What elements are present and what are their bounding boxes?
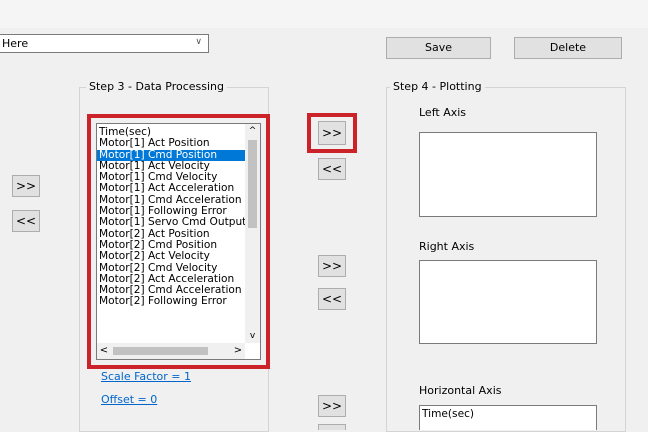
list-item[interactable]: Motor[2] Cmd Position bbox=[97, 240, 254, 251]
list-item[interactable]: Motor[1] Act Position bbox=[97, 138, 254, 149]
left-axis-listbox[interactable] bbox=[419, 132, 597, 217]
horizontal-scroll-thumb[interactable] bbox=[113, 347, 208, 355]
left-axis-label: Left Axis bbox=[419, 106, 467, 119]
add-left-axis-button[interactable]: >> bbox=[318, 121, 346, 145]
scale-factor-link[interactable]: Scale Factor = 1 bbox=[101, 370, 191, 383]
remove-horizontal-axis-button[interactable] bbox=[318, 424, 346, 430]
list-item[interactable]: Motor[1] Cmd Velocity bbox=[97, 172, 254, 183]
scroll-down-icon[interactable]: v bbox=[245, 329, 260, 343]
top-bar bbox=[0, 0, 648, 28]
save-button[interactable]: Save bbox=[386, 37, 491, 59]
data-listbox[interactable]: Time(sec) Motor[1] Act Position Motor[1]… bbox=[96, 123, 261, 360]
chevron-down-icon[interactable]: ∨ bbox=[195, 37, 202, 47]
horizontal-axis-item[interactable]: Time(sec) bbox=[422, 408, 474, 420]
list-item[interactable]: Motor[1] Cmd Position bbox=[97, 149, 254, 161]
list-item[interactable]: Time(sec) bbox=[97, 127, 254, 138]
add-right-axis-button[interactable]: >> bbox=[318, 255, 346, 277]
source-combobox[interactable]: Here ∨ bbox=[0, 34, 209, 53]
source-combobox-value: Here bbox=[2, 37, 29, 50]
list-item[interactable]: Motor[1] Act Acceleration bbox=[97, 183, 254, 194]
remove-left-axis-button[interactable]: << bbox=[318, 158, 346, 180]
scroll-right-icon[interactable]: > bbox=[231, 343, 245, 359]
list-item[interactable]: Motor[2] Act Acceleration bbox=[97, 274, 254, 285]
delete-button[interactable]: Delete bbox=[514, 37, 622, 59]
add-horizontal-axis-button[interactable]: >> bbox=[318, 395, 346, 417]
horizontal-axis-label: Horizontal Axis bbox=[419, 384, 502, 397]
move-left-button[interactable]: << bbox=[12, 210, 40, 232]
list-item[interactable]: Motor[1] Cmd Acceleration bbox=[97, 195, 254, 206]
scroll-up-icon[interactable]: ^ bbox=[245, 124, 260, 138]
horizontal-scrollbar[interactable]: < > bbox=[97, 343, 245, 359]
list-item[interactable]: Motor[2] Cmd Velocity bbox=[97, 263, 254, 274]
offset-link[interactable]: Offset = 0 bbox=[101, 393, 157, 406]
list-item[interactable]: Motor[1] Servo Cmd Output bbox=[97, 217, 254, 228]
step4-title: Step 4 - Plotting bbox=[390, 80, 485, 93]
list-item[interactable]: Motor[1] Following Error bbox=[97, 206, 254, 217]
remove-right-axis-button[interactable]: << bbox=[318, 288, 346, 310]
list-item[interactable]: Motor[2] Cmd Acceleration bbox=[97, 285, 254, 296]
step3-title: Step 3 - Data Processing bbox=[86, 80, 228, 93]
right-axis-label: Right Axis bbox=[419, 240, 475, 253]
horizontal-axis-listbox[interactable]: Time(sec) bbox=[419, 405, 597, 430]
move-right-button[interactable]: >> bbox=[12, 175, 40, 197]
list-item[interactable]: Motor[2] Act Velocity bbox=[97, 251, 254, 262]
scroll-left-icon[interactable]: < bbox=[97, 343, 111, 359]
right-axis-listbox[interactable] bbox=[419, 260, 597, 344]
vertical-scrollbar[interactable]: ^ v bbox=[245, 124, 260, 343]
vertical-scroll-thumb[interactable] bbox=[248, 140, 257, 228]
list-item[interactable]: Motor[1] Act Velocity bbox=[97, 161, 254, 172]
list-item[interactable]: Motor[2] Following Error bbox=[97, 296, 254, 307]
list-item[interactable]: Motor[2] Act Position bbox=[97, 229, 254, 240]
